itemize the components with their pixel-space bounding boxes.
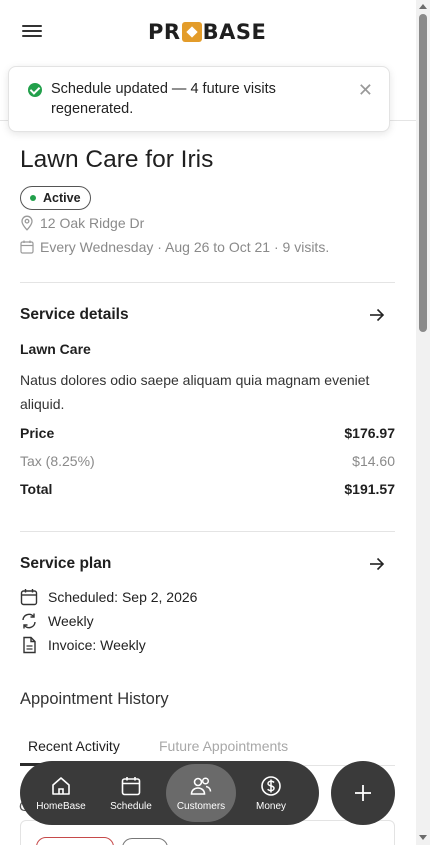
plan-frequency-text: Weekly [48, 613, 94, 629]
service-details-heading: Service details [20, 306, 129, 323]
nav-schedule-label: Schedule [110, 800, 152, 812]
tab-recent-activity[interactable]: Recent Activity [28, 738, 120, 754]
probase-logo[interactable]: PR BASE [148, 20, 266, 44]
top-bar: PR BASE [0, 0, 416, 64]
nav-money-label: Money [255, 800, 286, 812]
price-label: Price [20, 425, 55, 441]
total-row: Total $191.57 [20, 481, 395, 497]
logo-text-start: PR [148, 20, 181, 44]
plan-scheduled-text: Scheduled: Sep 2, 2026 [48, 589, 198, 605]
service-plan-heading: Service plan [20, 555, 112, 572]
toast-message: Schedule updated — 4 future visits regen… [51, 81, 276, 117]
toast-notification: Schedule updated — 4 future visits regen… [8, 66, 390, 132]
schedule-summary-row: Every Wednesday · Aug 26 to Oct 21 · 9 v… [20, 239, 329, 255]
address-row: 12 Oak Ridge Dr [20, 215, 144, 231]
customers-icon [190, 776, 212, 795]
plan-frequency-row: Weekly [20, 612, 94, 630]
plan-scheduled-row: Scheduled: Sep 2, 2026 [20, 588, 197, 606]
vertical-scrollbar[interactable] [416, 0, 430, 845]
add-button[interactable] [331, 761, 395, 825]
section-divider [20, 282, 395, 283]
price-value: $176.97 [344, 425, 395, 441]
logo-mark-icon [181, 22, 202, 42]
calendar-icon [121, 776, 141, 795]
plan-invoice-text: Invoice: Weekly [48, 637, 146, 653]
status-badge: Active [20, 186, 91, 210]
repeat-icon [22, 613, 36, 629]
service-name: Lawn Care [20, 341, 91, 357]
success-check-icon [28, 83, 42, 97]
home-icon [52, 776, 70, 795]
address-text: 12 Oak Ridge Dr [40, 215, 145, 231]
logo-text-end: BASE [202, 20, 267, 44]
nav-money[interactable]: Money [236, 764, 306, 822]
service-details-arrow-icon[interactable] [368, 306, 386, 324]
plan-invoice-row: Invoice: Weekly [20, 636, 146, 654]
page-title: Lawn Care for Iris [20, 146, 214, 173]
calendar-icon [20, 240, 34, 254]
nav-homebase[interactable]: HomeBase [26, 764, 96, 822]
scroll-up-arrow-icon[interactable] [419, 4, 427, 9]
tab-future-appointments[interactable]: Future Appointments [159, 738, 288, 754]
activity-type-chip [122, 838, 168, 845]
calendar-icon [20, 589, 38, 606]
plus-icon [355, 785, 371, 801]
location-pin-icon [21, 215, 33, 231]
bottom-navigation: HomeBase Schedule Customers Money [20, 761, 319, 825]
schedule-summary-text: Every Wednesday · Aug 26 to Oct 21 · 9 v… [40, 239, 330, 255]
nav-customers[interactable]: Customers [166, 764, 236, 822]
total-value: $191.57 [344, 481, 395, 497]
price-row: Price $176.97 [20, 425, 395, 441]
tax-label: Tax (8.25%) [20, 453, 95, 469]
section-divider [20, 531, 395, 532]
total-label: Total [20, 481, 53, 497]
dollar-icon [261, 775, 281, 796]
document-icon [23, 636, 36, 654]
hamburger-menu-icon[interactable] [20, 22, 44, 42]
service-plan-arrow-icon[interactable] [368, 555, 386, 573]
nav-customers-label: Customers [176, 800, 226, 812]
tax-row: Tax (8.25%) $14.60 [20, 453, 395, 469]
close-icon[interactable]: ✕ [358, 81, 373, 99]
nav-homebase-label: HomeBase [36, 800, 86, 812]
activity-status-chip [36, 837, 114, 845]
appointment-history-heading: Appointment History [20, 690, 169, 708]
scrollbar-thumb[interactable] [419, 14, 427, 332]
service-description: Natus dolores odio saepe aliquam quia ma… [20, 372, 370, 412]
scroll-down-arrow-icon[interactable] [419, 835, 427, 840]
tax-value: $14.60 [352, 453, 395, 469]
nav-schedule[interactable]: Schedule [96, 764, 166, 822]
